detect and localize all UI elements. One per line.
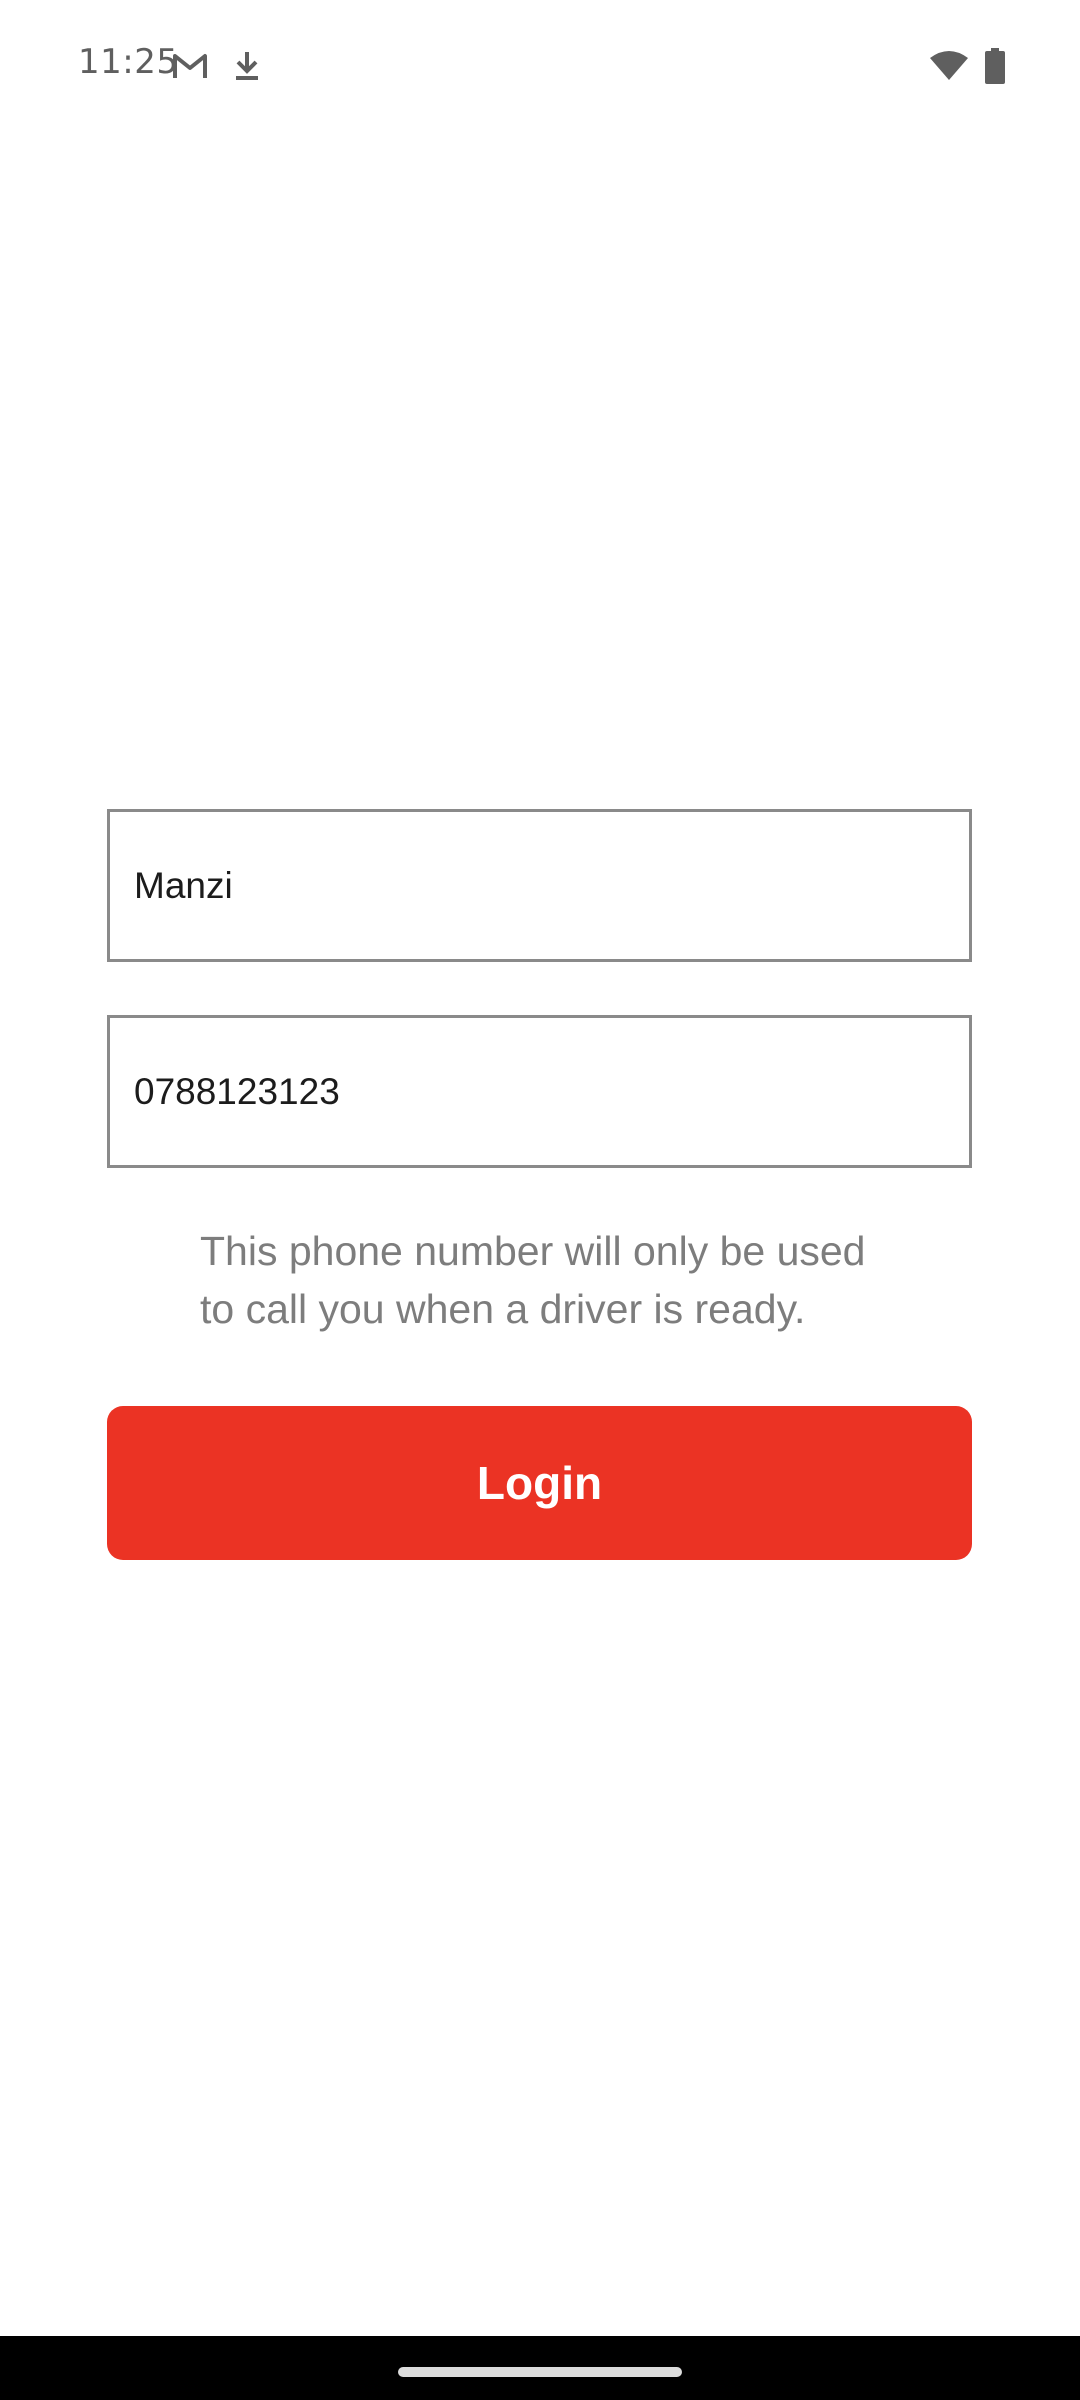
name-field[interactable] [107, 809, 972, 962]
phone-helper-text: This phone number will only be used to c… [200, 1228, 866, 1332]
wifi-icon [928, 46, 970, 86]
status-time: 11:25 [78, 42, 179, 82]
login-screen: 11:25 This phone [0, 0, 1080, 2400]
phone-field[interactable] [107, 1015, 972, 1168]
home-indicator[interactable] [398, 2367, 682, 2377]
login-button[interactable]: Login [107, 1406, 972, 1560]
name-input[interactable] [134, 812, 934, 959]
phone-input[interactable] [134, 1018, 934, 1165]
status-bar: 11:25 [0, 0, 1080, 130]
gmail-icon [170, 46, 210, 86]
download-icon [230, 46, 264, 86]
battery-icon [983, 46, 1007, 86]
